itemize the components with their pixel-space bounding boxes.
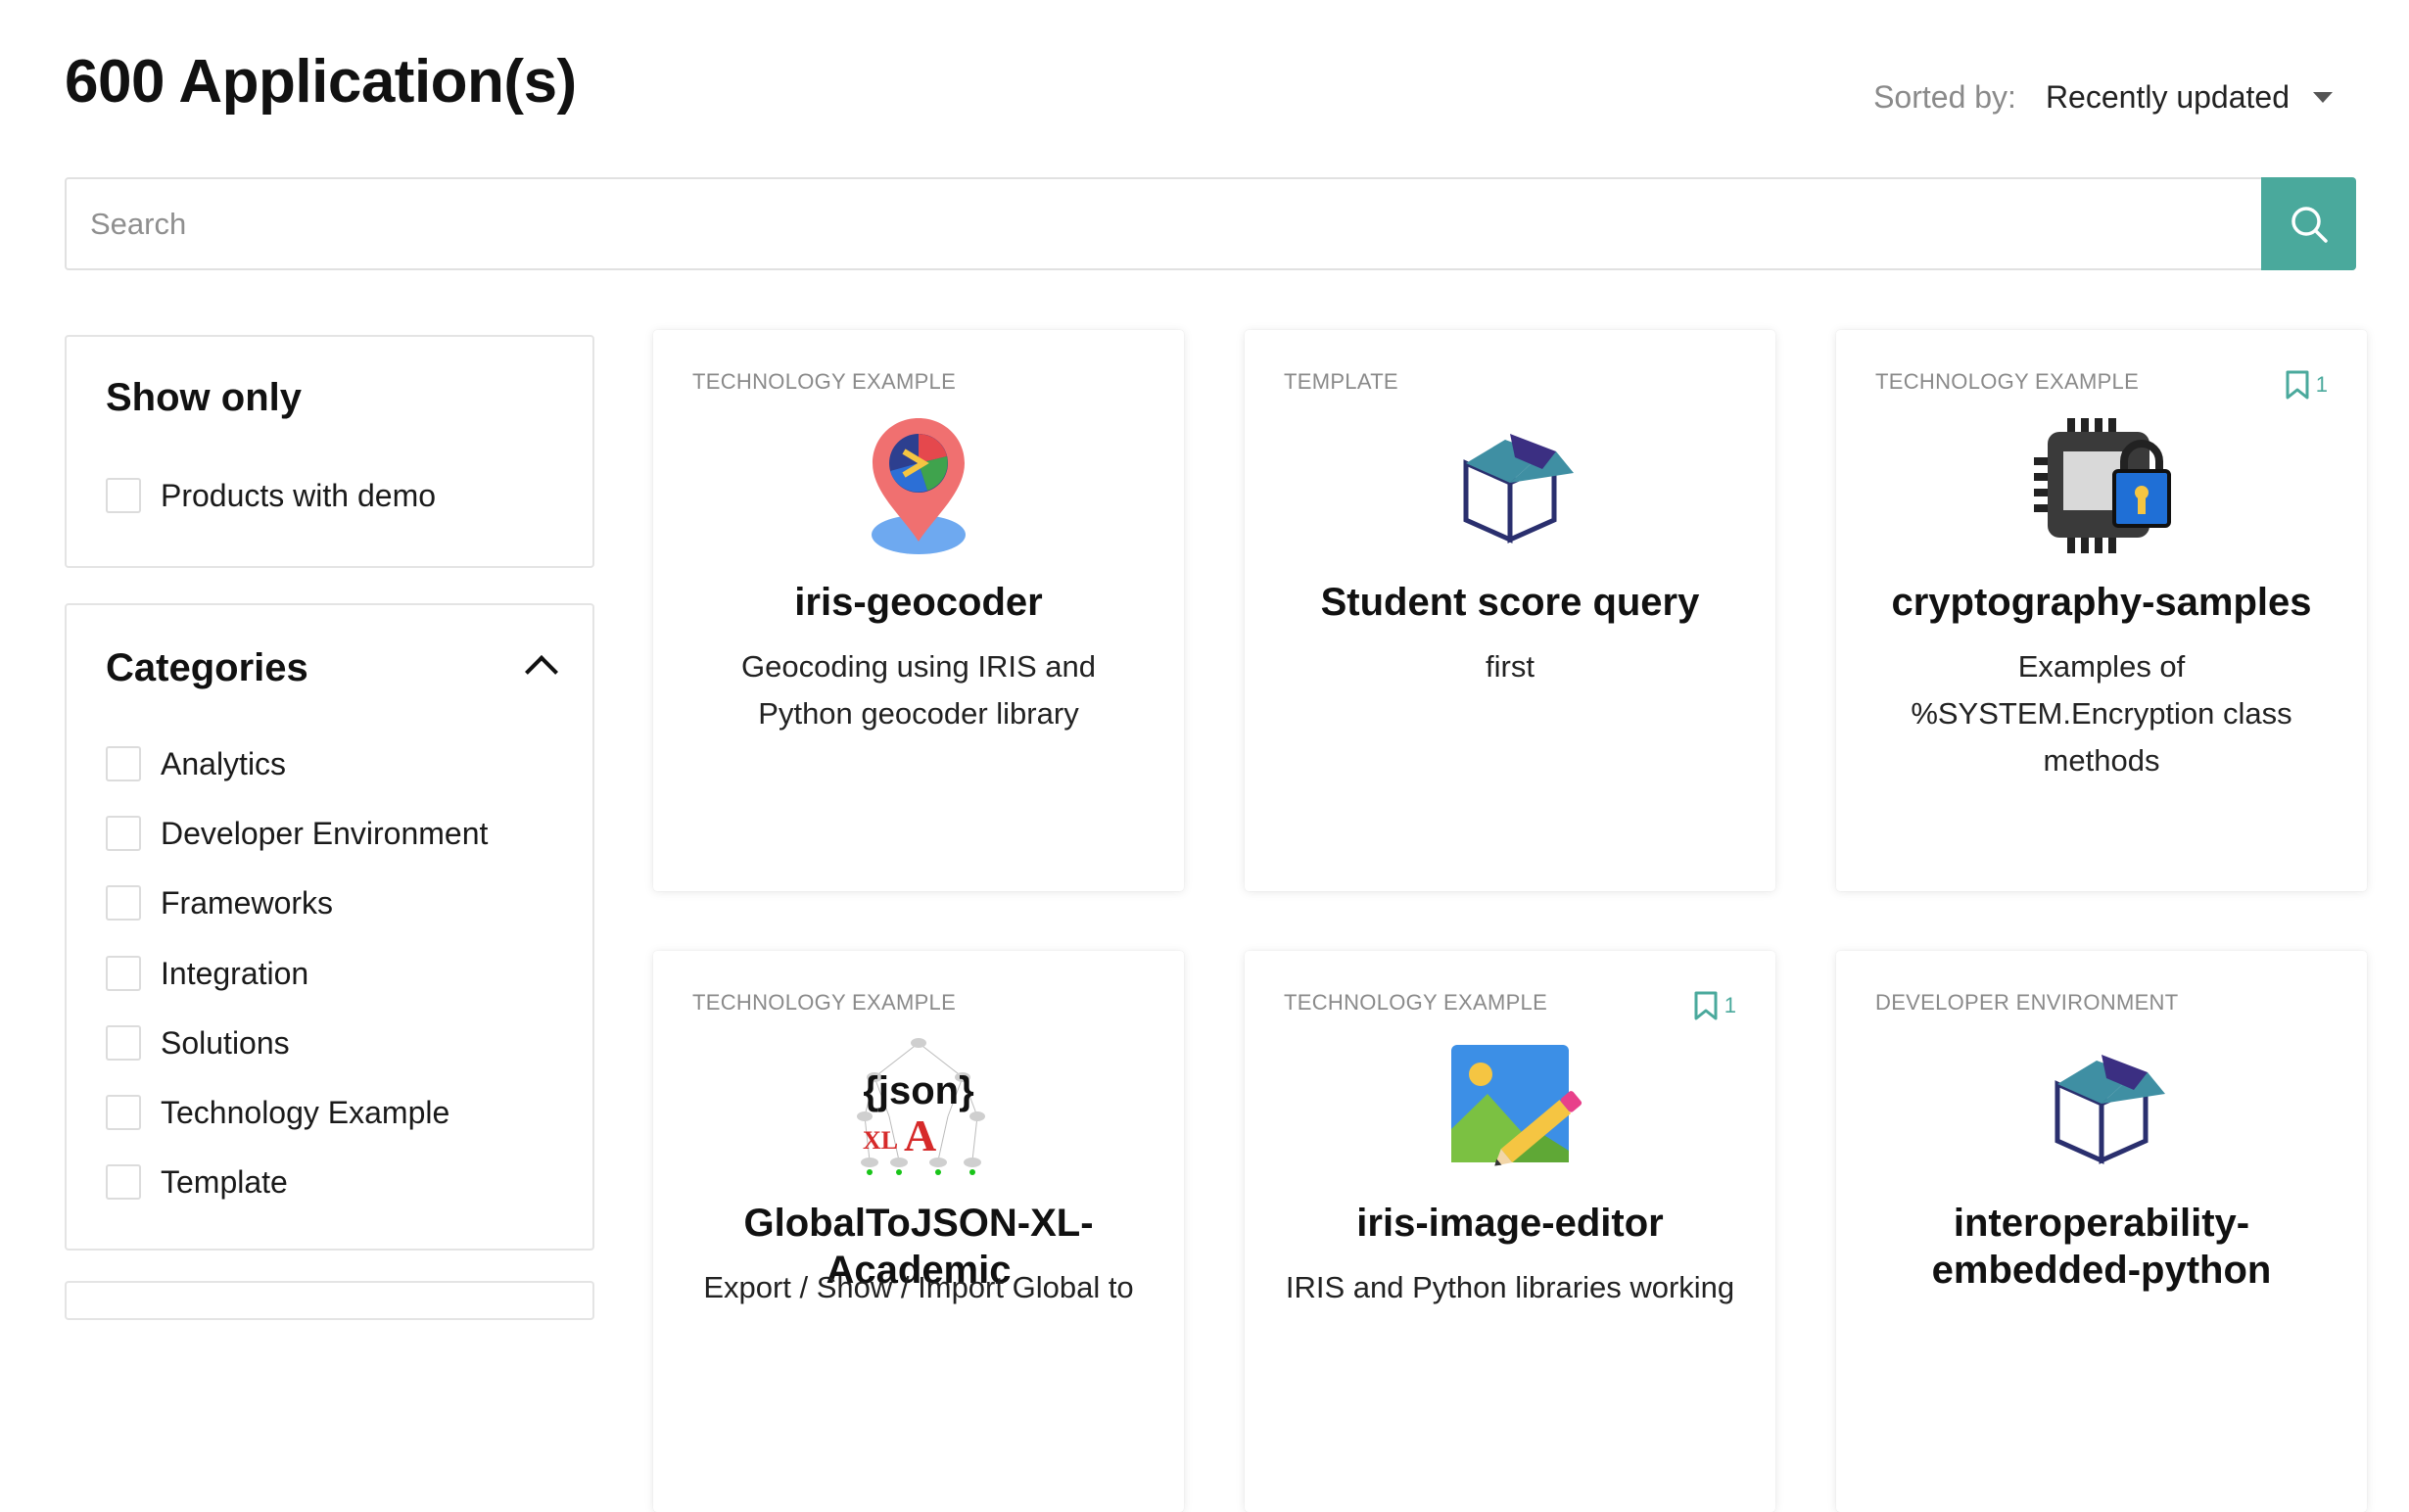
image-edit-icon — [1451, 1045, 1582, 1166]
json-xl-icon: {json} XL A — [857, 1038, 985, 1175]
app-category: TECHNOLOGY EXAMPLE — [692, 369, 957, 394]
category-label: Template — [161, 1163, 288, 1200]
app-card[interactable]: TECHNOLOGY EXAMPLE {json} XL A GlobalToJ… — [653, 951, 1184, 1512]
svg-text:XL: XL — [863, 1126, 898, 1155]
app-card[interactable]: TECHNOLOGY EXAMPLE iris-geocoder Geocodi… — [653, 330, 1184, 891]
app-card[interactable]: DEVELOPER ENVIRONMENT interoperability-e… — [1836, 951, 2367, 1512]
box-icon — [2055, 1055, 2165, 1164]
search-button[interactable] — [2261, 177, 2356, 270]
page-title: 600 Application(s) — [65, 48, 577, 116]
app-card[interactable]: TEMPLATE Student score query first — [1245, 330, 1775, 891]
checkbox[interactable] — [106, 746, 141, 781]
app-name[interactable]: iris-image-editor — [1264, 1200, 1756, 1247]
search-bar — [65, 177, 2356, 270]
categories-panel: Categories Analytics Developer Environme… — [65, 603, 594, 1251]
category-technology-example[interactable]: Technology Example — [106, 1093, 449, 1132]
map-pin-icon — [872, 418, 966, 554]
bookmark-number: 1 — [1724, 993, 1736, 1017]
bookmark-count[interactable]: 1 — [2285, 369, 2328, 401]
checkbox[interactable] — [106, 1025, 141, 1061]
category-label: Frameworks — [161, 884, 334, 921]
app-name[interactable]: cryptography-samples — [1856, 579, 2347, 626]
category-analytics[interactable]: Analytics — [106, 744, 286, 783]
svg-text:{json}: {json} — [863, 1069, 973, 1112]
category-frameworks[interactable]: Frameworks — [106, 883, 333, 922]
categories-title: Categories — [106, 646, 308, 689]
app-card[interactable]: TECHNOLOGY EXAMPLE 1 cryptography-sample… — [1836, 330, 2367, 891]
filter-label: Products with demo — [161, 477, 437, 513]
checkbox[interactable] — [106, 1095, 141, 1130]
filter-products-with-demo[interactable]: Products with demo — [106, 476, 436, 515]
chevron-up-icon[interactable] — [525, 655, 558, 688]
app-category: TECHNOLOGY EXAMPLE — [692, 990, 957, 1015]
checkbox[interactable] — [106, 1164, 141, 1200]
bookmark-icon — [1694, 991, 1718, 1020]
app-description: Examples of %SYSTEM.Encryption class met… — [1911, 649, 2292, 778]
category-label: Integration — [161, 955, 309, 991]
app-name[interactable]: iris-geocoder — [673, 579, 1164, 626]
checkbox[interactable] — [106, 816, 141, 851]
bookmark-count[interactable]: 1 — [1693, 990, 1736, 1021]
search-icon — [2291, 206, 2328, 243]
category-label: Analytics — [161, 745, 287, 781]
category-developer-environment[interactable]: Developer Environment — [106, 814, 488, 853]
app-category: TECHNOLOGY EXAMPLE — [1284, 990, 1548, 1015]
bookmark-number: 1 — [2315, 372, 2328, 397]
category-template[interactable]: Template — [106, 1162, 288, 1202]
app-name[interactable]: interoperability-embedded-python — [1856, 1200, 2347, 1294]
sort-label: Sorted by: — [1873, 78, 2016, 115]
app-name[interactable]: Student score query — [1264, 579, 1756, 626]
category-integration[interactable]: Integration — [106, 954, 308, 993]
app-category: DEVELOPER ENVIRONMENT — [1875, 990, 2179, 1015]
bookmark-icon — [2286, 370, 2309, 400]
svg-text:A: A — [904, 1110, 936, 1160]
app-card[interactable]: TECHNOLOGY EXAMPLE 1 iris-image-editor I… — [1245, 951, 1775, 1512]
sort-dropdown[interactable]: Sorted by: Recently updated — [1873, 72, 2333, 121]
app-category: TEMPLATE — [1284, 369, 1398, 394]
checkbox[interactable] — [106, 885, 141, 921]
app-category: TECHNOLOGY EXAMPLE — [1875, 369, 2140, 394]
show-only-title: Show only — [106, 376, 302, 419]
caret-down-icon[interactable] — [2313, 91, 2333, 103]
chip-lock-icon — [2034, 418, 2171, 553]
category-solutions[interactable]: Solutions — [106, 1023, 290, 1063]
search-input[interactable] — [67, 179, 2265, 268]
checkbox[interactable] — [106, 478, 141, 513]
sort-value[interactable]: Recently updated — [2046, 79, 2290, 116]
app-description: first — [1486, 649, 1535, 684]
category-label: Developer Environment — [161, 815, 489, 851]
filter-panel — [65, 1281, 594, 1320]
category-label: Solutions — [161, 1024, 290, 1061]
checkbox[interactable] — [106, 956, 141, 991]
category-label: Technology Example — [161, 1094, 450, 1130]
box-icon — [1463, 434, 1574, 543]
app-description: Geocoding using IRIS and Python geocoder… — [741, 649, 1096, 731]
show-only-panel: Show only Products with demo — [65, 335, 594, 568]
